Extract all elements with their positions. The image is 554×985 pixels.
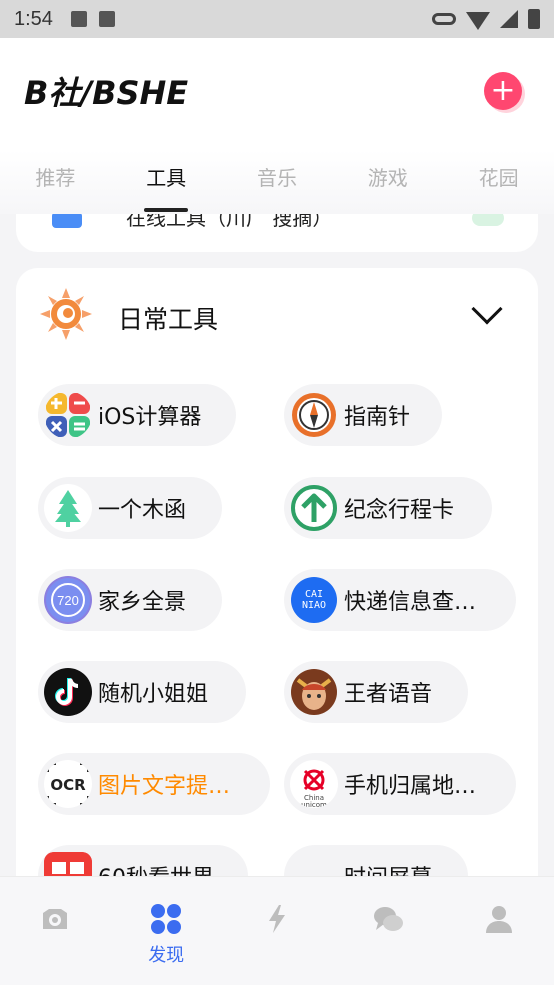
tool-label: 王者语音 <box>344 682 433 707</box>
tool-chip-60s-world[interactable]: 60秒看世界 <box>38 845 248 876</box>
section-title: 日常工具 <box>118 305 219 334</box>
calculator-icon <box>44 391 92 439</box>
china-unicom-icon: China unicom <box>290 760 338 808</box>
collapse-toggle-icon[interactable] <box>472 214 504 226</box>
status-icons <box>432 8 540 30</box>
nav-home[interactable] <box>0 877 111 985</box>
tree-icon <box>44 484 92 532</box>
tool-label: 家乡全景 <box>98 590 187 615</box>
battery-icon <box>528 9 540 29</box>
cainiao-icon: CAI NIAO <box>290 576 338 624</box>
svg-text:unicom: unicom <box>301 801 327 808</box>
svg-text:NIAO: NIAO <box>302 600 326 611</box>
nav-activity[interactable] <box>222 877 333 985</box>
tiktok-icon <box>44 668 92 716</box>
svg-text:CAI: CAI <box>305 589 323 600</box>
app-header: B社/BSHE + <box>0 38 554 150</box>
game-hero-icon <box>290 668 338 716</box>
tool-label: iOS计算器 <box>98 405 202 430</box>
tab-recommend[interactable]: 推荐 <box>0 150 111 214</box>
tool-chip-compass[interactable]: 指南针 <box>284 384 442 446</box>
tool-label: 图片文字提… <box>98 774 231 799</box>
tab-games[interactable]: 游戏 <box>332 150 443 214</box>
status-time: 1:54 <box>14 7 53 30</box>
add-button[interactable]: + <box>484 72 522 110</box>
nav-profile[interactable] <box>443 877 554 985</box>
compass-icon <box>290 391 338 439</box>
status-bar: 1:54 <box>0 0 554 38</box>
tool-chip-time-screen[interactable]: 时间屏幕 <box>284 845 468 876</box>
svg-text:OCR: OCR <box>50 776 86 794</box>
notification-icon <box>70 11 87 27</box>
tool-chip-phone-location[interactable]: China unicom 手机归属地… <box>284 753 516 815</box>
tool-label: 时间屏幕 <box>344 860 432 876</box>
tool-label: 纪念行程卡 <box>344 498 455 523</box>
tool-chip-ocr[interactable]: OCR 图片文字提… <box>38 753 270 815</box>
tab-garden[interactable]: 花园 <box>443 150 554 214</box>
camera-icon <box>43 909 68 929</box>
lightning-icon <box>268 905 285 933</box>
vpn-key-icon <box>432 13 456 25</box>
bottom-navigation: 发现 <box>0 876 554 985</box>
tools-content[interactable]: 在线工具（川广 搜摘） 日常工具 iOS计算器 指南针 一个木函 纪念行程卡 7… <box>0 214 554 876</box>
svg-text:720: 720 <box>57 593 79 608</box>
wifi-icon <box>466 12 490 30</box>
tab-tools[interactable]: 工具 <box>111 150 222 214</box>
tool-chip-king-voice[interactable]: 王者语音 <box>284 661 468 723</box>
nav-messages[interactable] <box>332 877 443 985</box>
chat-icon <box>373 907 403 931</box>
nav-discover[interactable]: 发现 <box>111 877 222 985</box>
signal-icon <box>500 10 518 28</box>
tool-chip-express-query[interactable]: CAI NIAO 快递信息查… <box>284 569 516 631</box>
screen: 1:54 B社/BSHE + 推荐 工具 音乐 游戏 花园 在线工具（川广 搜摘… <box>0 0 554 985</box>
daily-tools-card: 日常工具 iOS计算器 指南针 一个木函 纪念行程卡 720 家乡全景 CAI … <box>16 268 538 876</box>
arrow-up-circle-icon <box>290 484 338 532</box>
tool-chip-ios-calculator[interactable]: iOS计算器 <box>38 384 236 446</box>
clock-icon <box>290 852 338 876</box>
app-logo: B社/BSHE <box>24 74 189 112</box>
chevron-down-icon[interactable] <box>471 293 503 325</box>
category-tabs: 推荐 工具 音乐 游戏 花园 <box>0 150 554 214</box>
tool-label: 60秒看世界 <box>98 860 214 876</box>
tool-label: 随机小姐姐 <box>98 682 209 707</box>
grid-icon <box>151 904 182 934</box>
nav-label-discover: 发现 <box>148 945 185 966</box>
tab-music[interactable]: 音乐 <box>222 150 333 214</box>
tool-chip-random-girl[interactable]: 随机小姐姐 <box>38 661 246 723</box>
sun-icon <box>40 288 92 340</box>
tool-chip-travel-card[interactable]: 纪念行程卡 <box>284 477 492 539</box>
toutiao-icon <box>44 852 92 876</box>
tool-label: 手机归属地… <box>344 774 477 799</box>
previous-section-card[interactable]: 在线工具（川广 搜摘） <box>16 214 538 252</box>
tool-label: 快递信息查… <box>344 590 477 615</box>
ocr-icon: OCR <box>44 760 92 808</box>
tool-chip-mu-han[interactable]: 一个木函 <box>38 477 222 539</box>
tool-chip-hometown-panorama[interactable]: 720 家乡全景 <box>38 569 222 631</box>
tool-box-icon <box>52 214 82 228</box>
tool-label: 一个木函 <box>98 498 187 523</box>
previous-section-title: 在线工具（川广 搜摘） <box>126 214 333 230</box>
cat-notification-icon <box>98 11 115 27</box>
tool-label: 指南针 <box>344 405 411 430</box>
panorama-720-icon: 720 <box>44 576 92 624</box>
person-icon <box>485 906 512 933</box>
plus-icon: + <box>490 73 516 108</box>
